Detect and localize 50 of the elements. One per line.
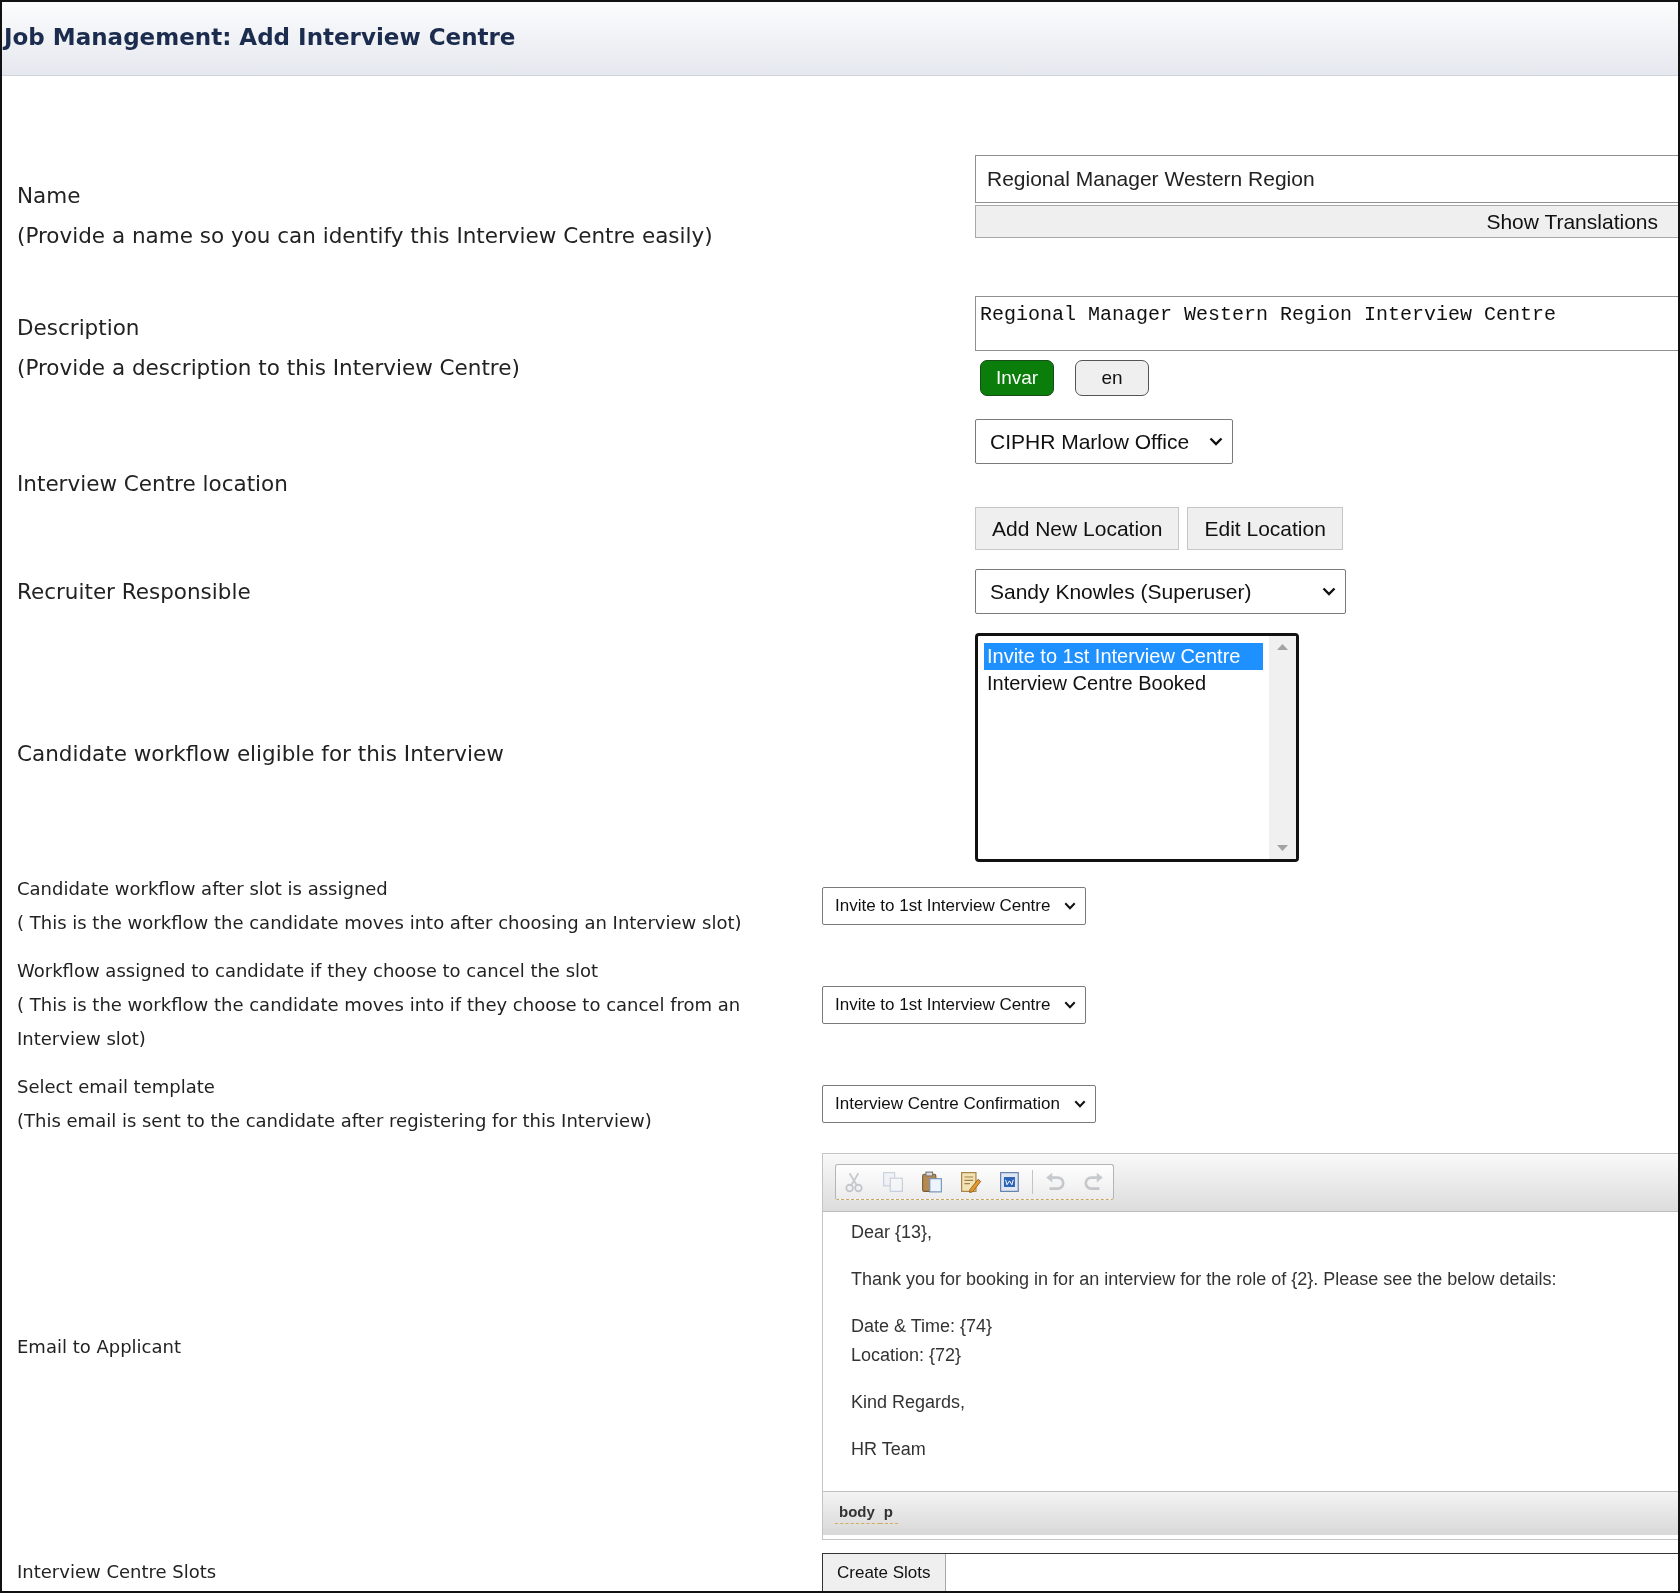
workflow-listbox[interactable]: Invite to 1st Interview Centre Interview Centre Booked xyxy=(975,633,1299,862)
dropdown[interactable]: Invite to 1st Interview Centre xyxy=(822,986,1087,1024)
field-label: Description xyxy=(17,314,140,342)
field-label: Recruiter Responsible xyxy=(17,577,251,606)
clipboard-icon[interactable] xyxy=(921,1171,943,1193)
show-translations-button[interactable]: Show Translations xyxy=(975,205,1678,238)
email-paragraph: Kind Regards, xyxy=(851,1391,966,1414)
chevron-down-icon xyxy=(1322,587,1336,596)
document-icon[interactable] xyxy=(999,1171,1021,1193)
listbox-option[interactable]: Interview Centre Booked xyxy=(984,670,1263,697)
scrollbar[interactable] xyxy=(1269,636,1296,859)
triangle-down-icon[interactable] xyxy=(1277,845,1288,851)
field-label: Email to Applicant xyxy=(17,1334,181,1359)
triangle-up-icon[interactable] xyxy=(1277,644,1288,650)
field-label: Candidate workflow after slot is assigned xyxy=(17,877,388,901)
field-label: Interview Centre Slots xyxy=(17,1560,217,1584)
rich-text-editor[interactable]: Dear {13}, Thank you for booking in for an interview for the role of {2}. Please see the below details: Date & Time: {74} Location: {72} Kind Regards, HR Team body p xyxy=(822,1153,1678,1540)
chevron-down-icon xyxy=(1073,1100,1086,1108)
field-hint: ( This is the workflow the candidate moves into after choosing an Interview slot) xyxy=(17,911,742,935)
field-hint: (Provide a name so you can identify this Interview Centre easily) xyxy=(17,222,713,250)
dropdown[interactable]: Sandy Knowles (Superuser) xyxy=(975,569,1346,614)
element-path-link[interactable]: body xyxy=(835,1503,880,1524)
email-paragraph: Date & Time: {74} Location: {72} xyxy=(851,1315,993,1367)
field-label: Select email template xyxy=(17,1075,215,1099)
chevron-down-icon xyxy=(1209,437,1223,446)
page-title: Job Management: Add Interview Centre xyxy=(4,23,516,50)
dropdown[interactable]: Invite to 1st Interview Centre xyxy=(822,887,1087,925)
location-button[interactable]: Edit Location xyxy=(1187,507,1343,550)
text-input[interactable]: Regional Manager Western Region xyxy=(975,155,1678,203)
email-paragraph: Dear {13}, xyxy=(851,1221,933,1244)
notepad-pencil-icon[interactable] xyxy=(960,1171,982,1193)
chevron-down-icon xyxy=(1064,902,1077,910)
create-slots-button[interactable]: Create Slots xyxy=(823,1554,946,1591)
email-paragraph: Thank you for booking in for an interview for the role of {2}. Please see the below details: xyxy=(851,1268,1557,1291)
dropdown[interactable]: CIPHR Marlow Office xyxy=(975,419,1233,464)
field-label: Interview Centre location xyxy=(17,470,288,498)
field-label: Workflow assigned to candidate if they choose to cancel the slot xyxy=(17,959,599,983)
field-label: Name xyxy=(17,182,81,210)
field-label: Candidate workflow eligible for this Interview xyxy=(17,739,504,768)
chevron-down-icon xyxy=(1064,1001,1077,1009)
field-hint: (This email is sent to the candidate after registering for this Interview) xyxy=(17,1109,652,1133)
description-textarea[interactable]: Regional Manager Western Region Interview Centre xyxy=(975,296,1678,351)
field-hint: (Provide a description to this Interview Centre) xyxy=(17,354,520,382)
email-paragraph: HR Team xyxy=(851,1438,926,1461)
location-button[interactable]: Add New Location xyxy=(975,507,1180,550)
language-button[interactable]: en xyxy=(1075,360,1149,396)
language-button[interactable]: Invar xyxy=(980,360,1054,396)
dropdown[interactable]: Interview Centre Confirmation xyxy=(822,1085,1096,1123)
element-path-link[interactable]: p xyxy=(879,1503,898,1524)
field-hint: ( This is the workflow the candidate moves into if they choose to cancel from an Interview slot) xyxy=(17,993,742,1051)
